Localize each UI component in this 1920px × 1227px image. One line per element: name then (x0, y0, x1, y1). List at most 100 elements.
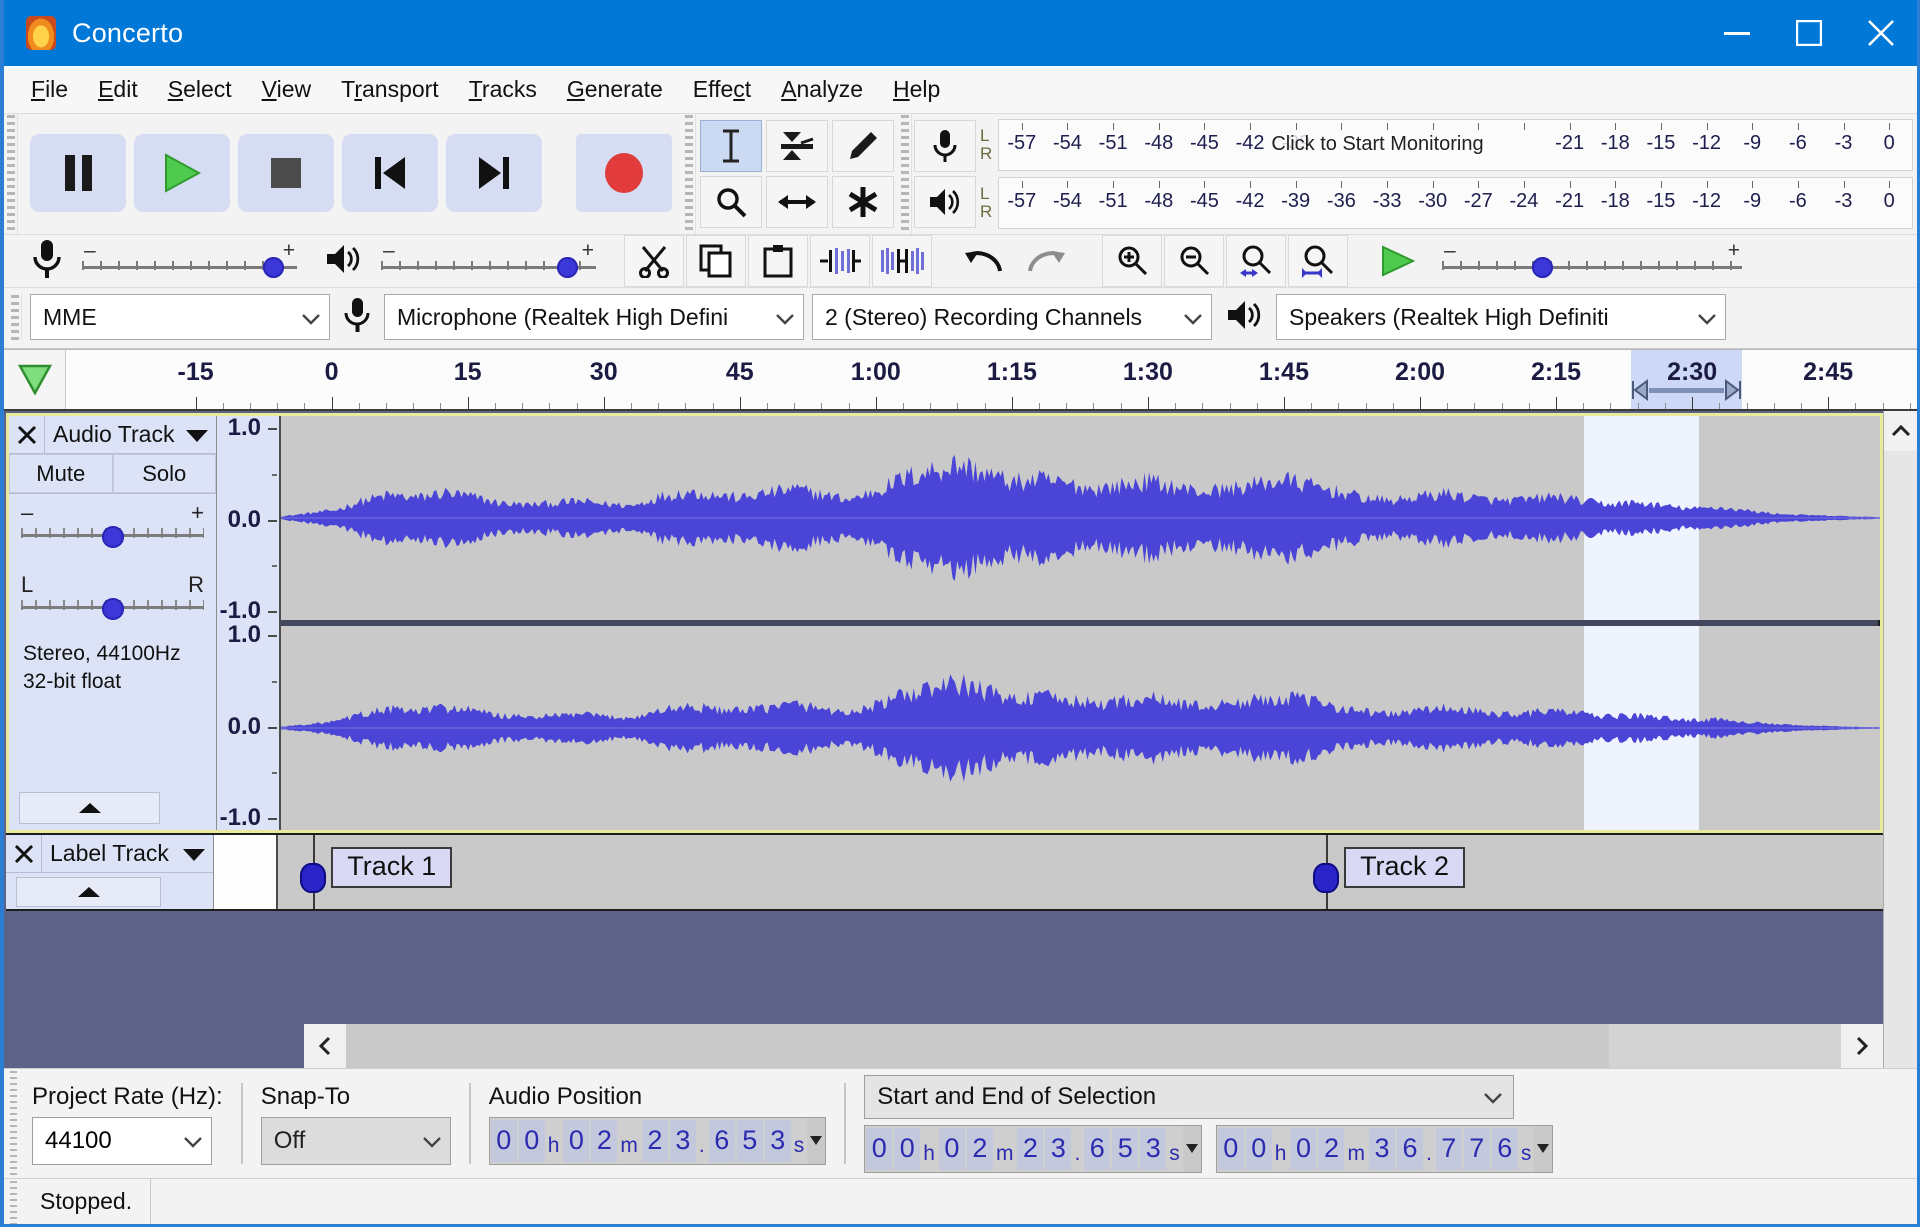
time-spinner-icon[interactable] (1182, 1125, 1201, 1172)
collapse-up-icon[interactable] (16, 877, 161, 907)
time-digit[interactable]: 0 (563, 1119, 590, 1162)
chevron-up-icon[interactable] (1884, 411, 1917, 451)
gain-slider-thumb[interactable] (101, 526, 124, 548)
meter-toolbar-grip[interactable] (898, 114, 912, 234)
time-digit[interactable]: 6 (1084, 1127, 1111, 1170)
minimize-icon[interactable] (1701, 0, 1773, 66)
audio-track-panel[interactable]: Audio Track Mute Solo – + L R Stereo, 44… (9, 416, 217, 830)
menu-tracks[interactable]: Tracks (454, 72, 552, 107)
cut-button[interactable] (624, 235, 684, 287)
time-digit[interactable]: 2 (1017, 1127, 1044, 1170)
time-digit[interactable]: 3 (669, 1119, 696, 1162)
speed-slider-thumb[interactable] (1532, 257, 1553, 278)
trim-audio-button[interactable] (810, 235, 870, 287)
audio-position-field[interactable]: 00h02m23.653s (488, 1116, 827, 1165)
play-slider-thumb[interactable] (557, 257, 579, 278)
record-button[interactable] (576, 134, 672, 212)
waveform-channel-right[interactable] (281, 626, 1880, 830)
time-digit[interactable]: 7 (1463, 1127, 1490, 1170)
timeline-ruler[interactable]: -15 0 15 30 45 1:00 1:15 1:30 1:45 2:00 2:15 2:30 2:… (66, 350, 1917, 409)
recording-meter-bar[interactable]: -57-54-51-48-45-42-39-36-33-30-27-24-21-… (998, 119, 1913, 171)
time-spinner-icon[interactable] (807, 1117, 826, 1164)
recording-volume-slider[interactable]: – + (82, 239, 297, 283)
label-track-body[interactable]: Track 1 Track 2 (278, 835, 1883, 909)
stop-button[interactable] (238, 134, 334, 212)
horizontal-scroll-thumb[interactable] (346, 1024, 1610, 1068)
close-track-icon[interactable] (9, 416, 45, 453)
time-shift-tool[interactable] (766, 176, 828, 228)
audio-host-select[interactable]: MME (30, 294, 330, 340)
selection-tool[interactable] (700, 120, 762, 172)
gain-slider[interactable]: – + (21, 500, 204, 556)
time-digit[interactable]: 2 (966, 1127, 993, 1170)
playback-meter[interactable]: LR -57 -54 -51 -48 -45 -42 -39 -36 -33 -30 -27 -24-… (978, 177, 1913, 229)
speaker-icon[interactable] (914, 176, 976, 228)
pan-slider[interactable]: L R (21, 572, 204, 628)
fit-project-button[interactable] (1288, 235, 1348, 287)
time-digit[interactable]: 0 (1290, 1127, 1317, 1170)
label-marker-handle[interactable] (300, 863, 327, 893)
maximize-icon[interactable] (1773, 0, 1845, 66)
project-rate-select[interactable]: 44100 (32, 1116, 212, 1165)
redo-button[interactable] (1016, 235, 1076, 287)
microphone-icon[interactable] (914, 120, 976, 172)
chevron-right-icon[interactable] (1841, 1024, 1883, 1068)
time-digit[interactable]: 0 (894, 1127, 921, 1170)
zoom-tool[interactable] (700, 176, 762, 228)
collapse-up-icon[interactable] (19, 792, 160, 824)
recording-device-select[interactable]: Microphone (Realtek High Defini (384, 294, 804, 340)
audio-track[interactable]: Audio Track Mute Solo – + L R Stereo, 44… (6, 413, 1883, 833)
menu-file[interactable]: File (16, 72, 83, 107)
label-chip[interactable]: Track 1 (331, 847, 453, 888)
label-marker-handle[interactable] (1313, 863, 1340, 893)
skip-to-start-button[interactable] (342, 134, 438, 212)
zoom-out-button[interactable] (1164, 235, 1224, 287)
play-button[interactable] (134, 134, 230, 212)
menu-help[interactable]: Help (878, 72, 955, 107)
chevron-down-icon[interactable] (183, 840, 205, 867)
skip-to-end-button[interactable] (446, 134, 542, 212)
time-digit[interactable]: 3 (1140, 1127, 1167, 1170)
tools-toolbar-grip[interactable] (682, 114, 696, 234)
time-digit[interactable]: 0 (1217, 1127, 1244, 1170)
selection-start-field[interactable]: 00h02m23.653s (864, 1124, 1202, 1173)
waveform-channel-left[interactable] (281, 416, 1880, 620)
solo-button[interactable]: Solo (112, 454, 216, 493)
chevron-left-icon[interactable] (304, 1024, 346, 1068)
recording-meter[interactable]: LR -57-54-51-48-45-42-39-36-33-30-27-24-… (978, 119, 1913, 171)
time-digit[interactable]: 7 (1435, 1127, 1462, 1170)
vertical-scrollbar[interactable] (1883, 411, 1917, 1068)
chevron-down-icon[interactable] (186, 421, 208, 448)
time-digit[interactable]: 5 (736, 1119, 763, 1162)
time-digit[interactable]: 2 (591, 1119, 618, 1162)
pinned-play-head-icon[interactable] (4, 350, 66, 409)
time-digit[interactable]: 0 (490, 1119, 517, 1162)
close-icon[interactable] (1845, 0, 1917, 66)
label-track[interactable]: Label Track Track 1 Track 2 (6, 833, 1883, 911)
time-digit[interactable]: 3 (1045, 1127, 1072, 1170)
menu-effect[interactable]: Effect (678, 72, 766, 107)
envelope-tool[interactable] (766, 120, 828, 172)
time-digit[interactable]: 5 (1112, 1127, 1139, 1170)
undo-button[interactable] (954, 235, 1014, 287)
selection-drag-handles[interactable] (1631, 379, 1742, 401)
play-speed-slider[interactable]: – + (1442, 239, 1742, 283)
pan-slider-thumb[interactable] (101, 598, 124, 620)
play-at-speed-button[interactable] (1368, 235, 1428, 287)
menu-select[interactable]: Select (153, 72, 247, 107)
fit-selection-button[interactable] (1226, 235, 1286, 287)
time-digit[interactable]: 0 (1245, 1127, 1272, 1170)
record-slider-thumb[interactable] (262, 257, 284, 278)
time-digit[interactable]: 0 (866, 1127, 893, 1170)
selection-toolbar-grip[interactable] (4, 1069, 22, 1178)
mute-button[interactable]: Mute (9, 454, 113, 493)
copy-button[interactable] (686, 235, 746, 287)
time-digit[interactable]: 0 (518, 1119, 545, 1162)
label-chip[interactable]: Track 2 (1344, 847, 1466, 888)
recording-channels-select[interactable]: 2 (Stereo) Recording Channels (812, 294, 1212, 340)
playback-meter-bar[interactable]: -57 -54 -51 -48 -45 -42 -39 -36 -33 -30 -27 -24 -21-… (998, 177, 1913, 229)
menu-edit[interactable]: Edit (83, 72, 153, 107)
silence-audio-button[interactable] (872, 235, 932, 287)
transport-toolbar-grip[interactable] (4, 114, 18, 234)
selection-mode-select[interactable]: Start and End of Selection (864, 1074, 1515, 1119)
